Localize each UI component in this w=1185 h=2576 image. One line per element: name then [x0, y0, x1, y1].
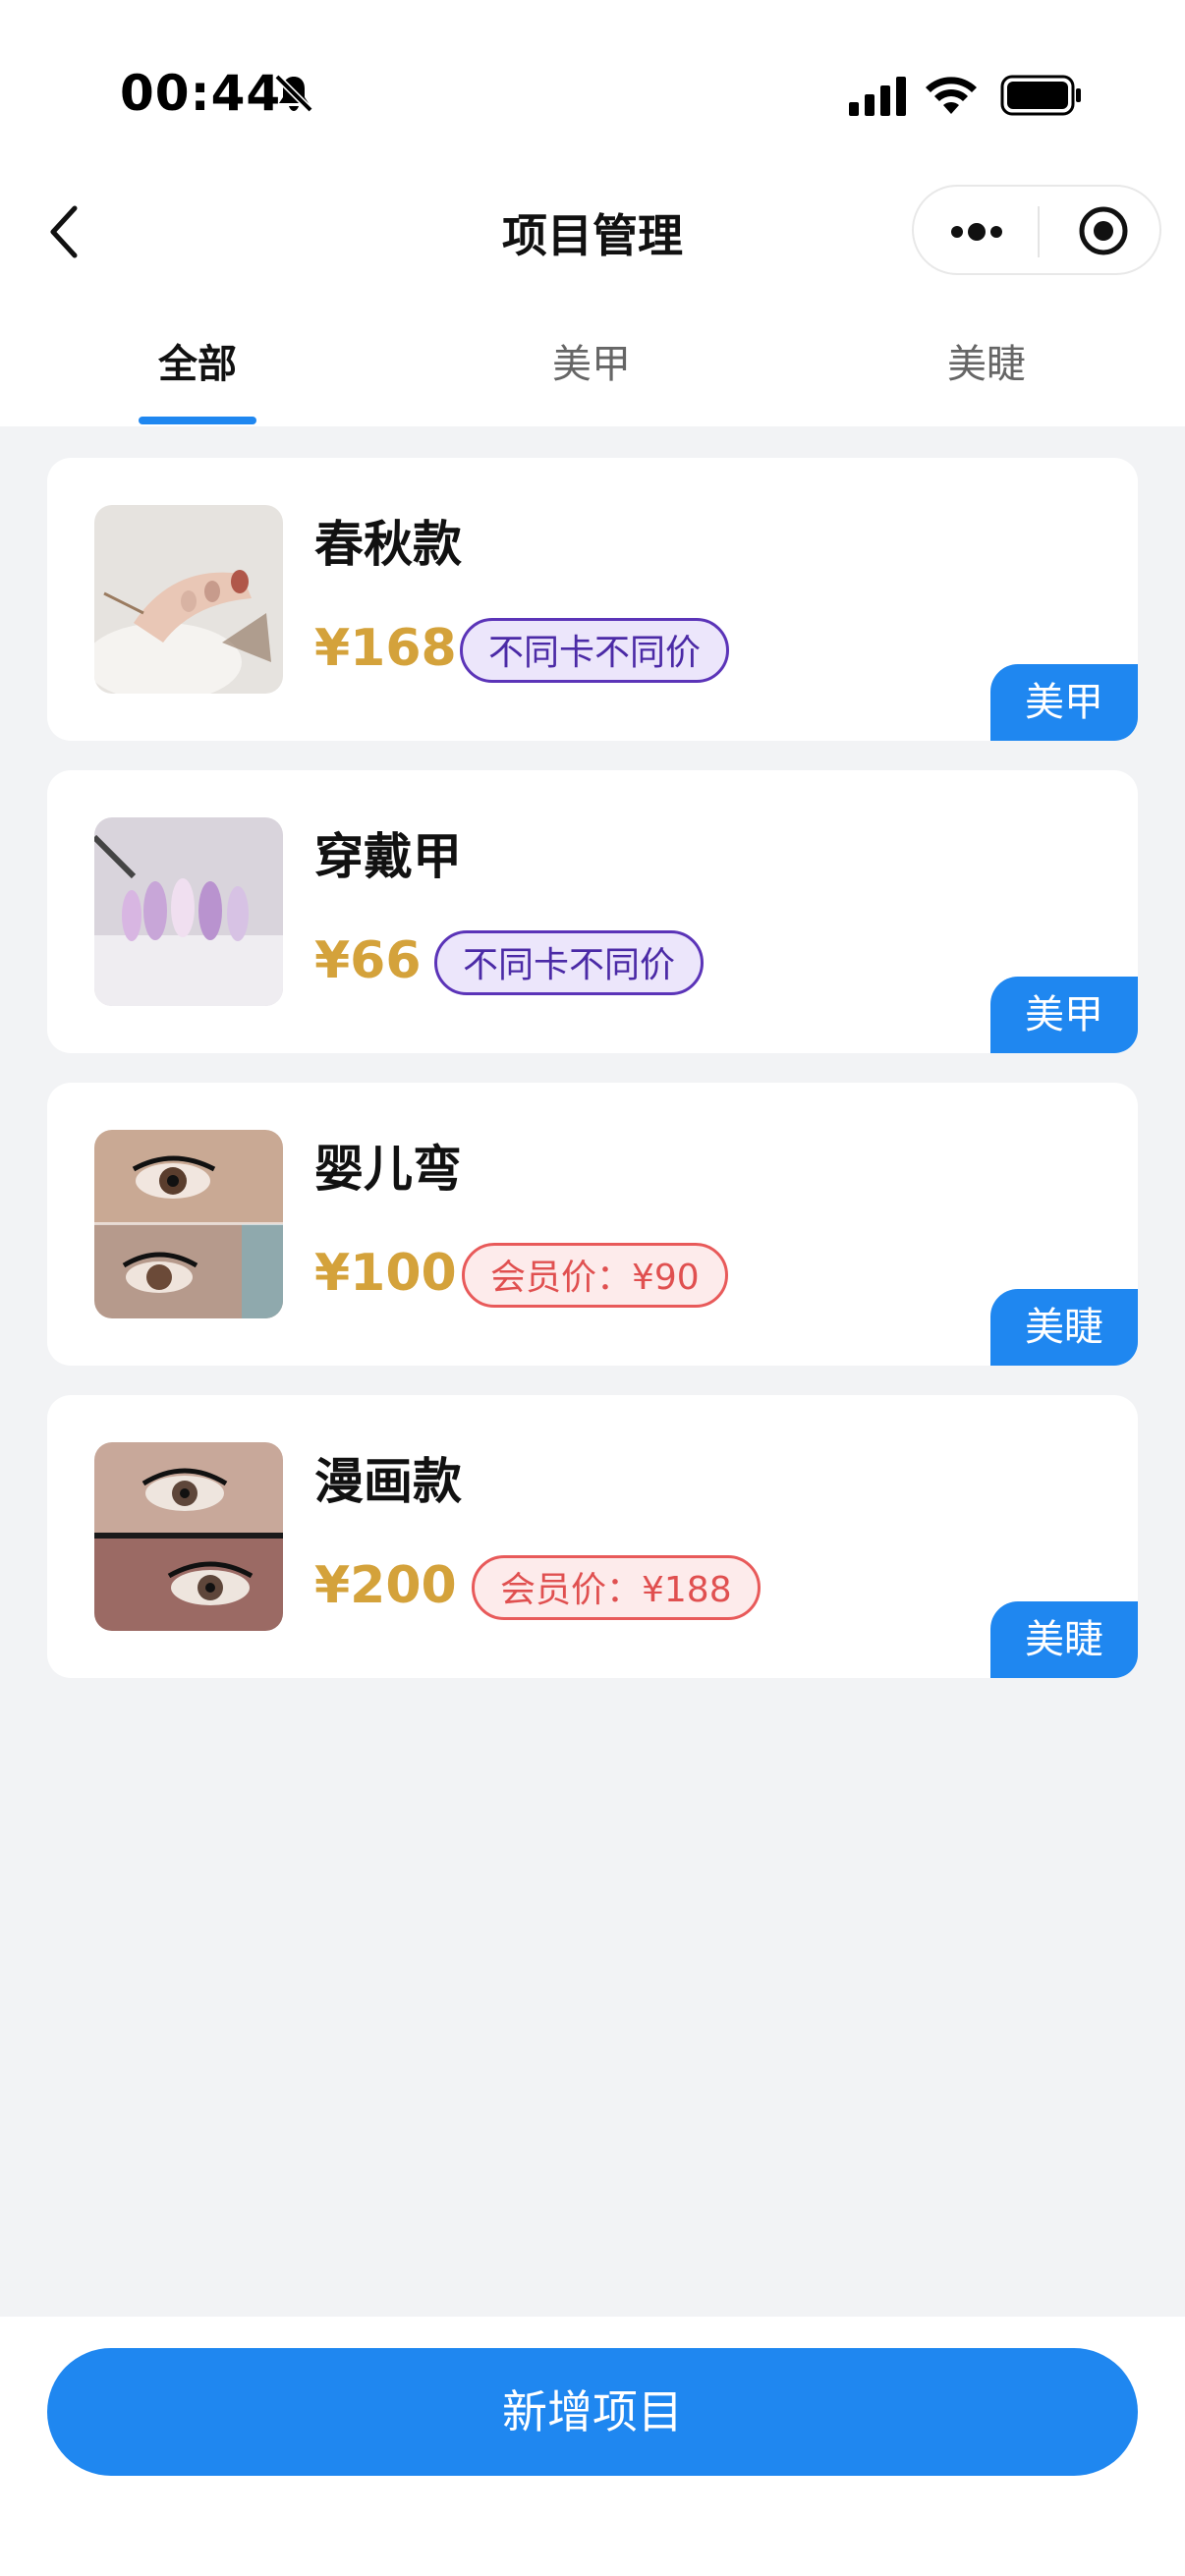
category-badge: 美甲: [990, 664, 1138, 741]
category-badge: 美甲: [990, 977, 1138, 1053]
project-name: 春秋款: [314, 516, 462, 573]
bell-muted-icon: [274, 74, 313, 113]
project-card[interactable]: 穿戴甲 ¥66 不同卡不同价 美甲: [47, 770, 1138, 1053]
add-project-button[interactable]: 新增项目: [47, 2348, 1138, 2476]
project-thumbnail: [94, 1130, 283, 1318]
tab-all[interactable]: 全部: [99, 332, 296, 389]
miniprogram-capsule: [912, 185, 1161, 275]
tab-nail[interactable]: 美甲: [493, 332, 690, 389]
project-name: 漫画款: [314, 1453, 462, 1510]
price-tag: 会员价：¥188: [472, 1555, 761, 1620]
project-name: 婴儿弯: [314, 1141, 462, 1198]
cellular-signal-icon: [849, 77, 906, 116]
project-thumbnail: [94, 817, 283, 1006]
project-price: ¥168: [314, 619, 457, 678]
status-time: 00:44: [120, 65, 282, 122]
tab-lash[interactable]: 美睫: [888, 332, 1085, 389]
more-icon[interactable]: [947, 208, 1006, 255]
wifi-icon: [926, 77, 977, 114]
project-price: ¥100: [314, 1244, 457, 1303]
header: 00:44 项目管理 全部 美甲 美睫: [0, 0, 1185, 426]
price-tag: 不同卡不同价: [460, 618, 730, 683]
active-tab-indicator: [139, 417, 256, 424]
category-badge: 美睫: [990, 1601, 1138, 1678]
project-thumbnail: [94, 1442, 283, 1631]
capsule-divider: [1038, 206, 1040, 257]
project-card[interactable]: 婴儿弯 ¥100 会员价：¥90 美睫: [47, 1083, 1138, 1366]
close-miniprogram-icon[interactable]: [1077, 204, 1130, 257]
project-thumbnail: [94, 505, 283, 694]
price-tag: 不同卡不同价: [434, 930, 705, 995]
price-tag: 会员价：¥90: [462, 1243, 728, 1308]
project-card[interactable]: 春秋款 ¥168 不同卡不同价 美甲: [47, 458, 1138, 741]
project-price: ¥66: [314, 931, 422, 990]
footer: 新增项目: [0, 2317, 1185, 2576]
project-card[interactable]: 漫画款 ¥200 会员价：¥188 美睫: [47, 1395, 1138, 1678]
category-badge: 美睫: [990, 1289, 1138, 1366]
project-price: ¥200: [314, 1556, 457, 1615]
battery-icon: [1000, 75, 1081, 116]
project-management-page: 00:44 项目管理 全部 美甲 美睫 春秋款 ¥168 不同卡不同价 美甲 穿…: [0, 0, 1185, 2576]
project-name: 穿戴甲: [314, 828, 462, 885]
